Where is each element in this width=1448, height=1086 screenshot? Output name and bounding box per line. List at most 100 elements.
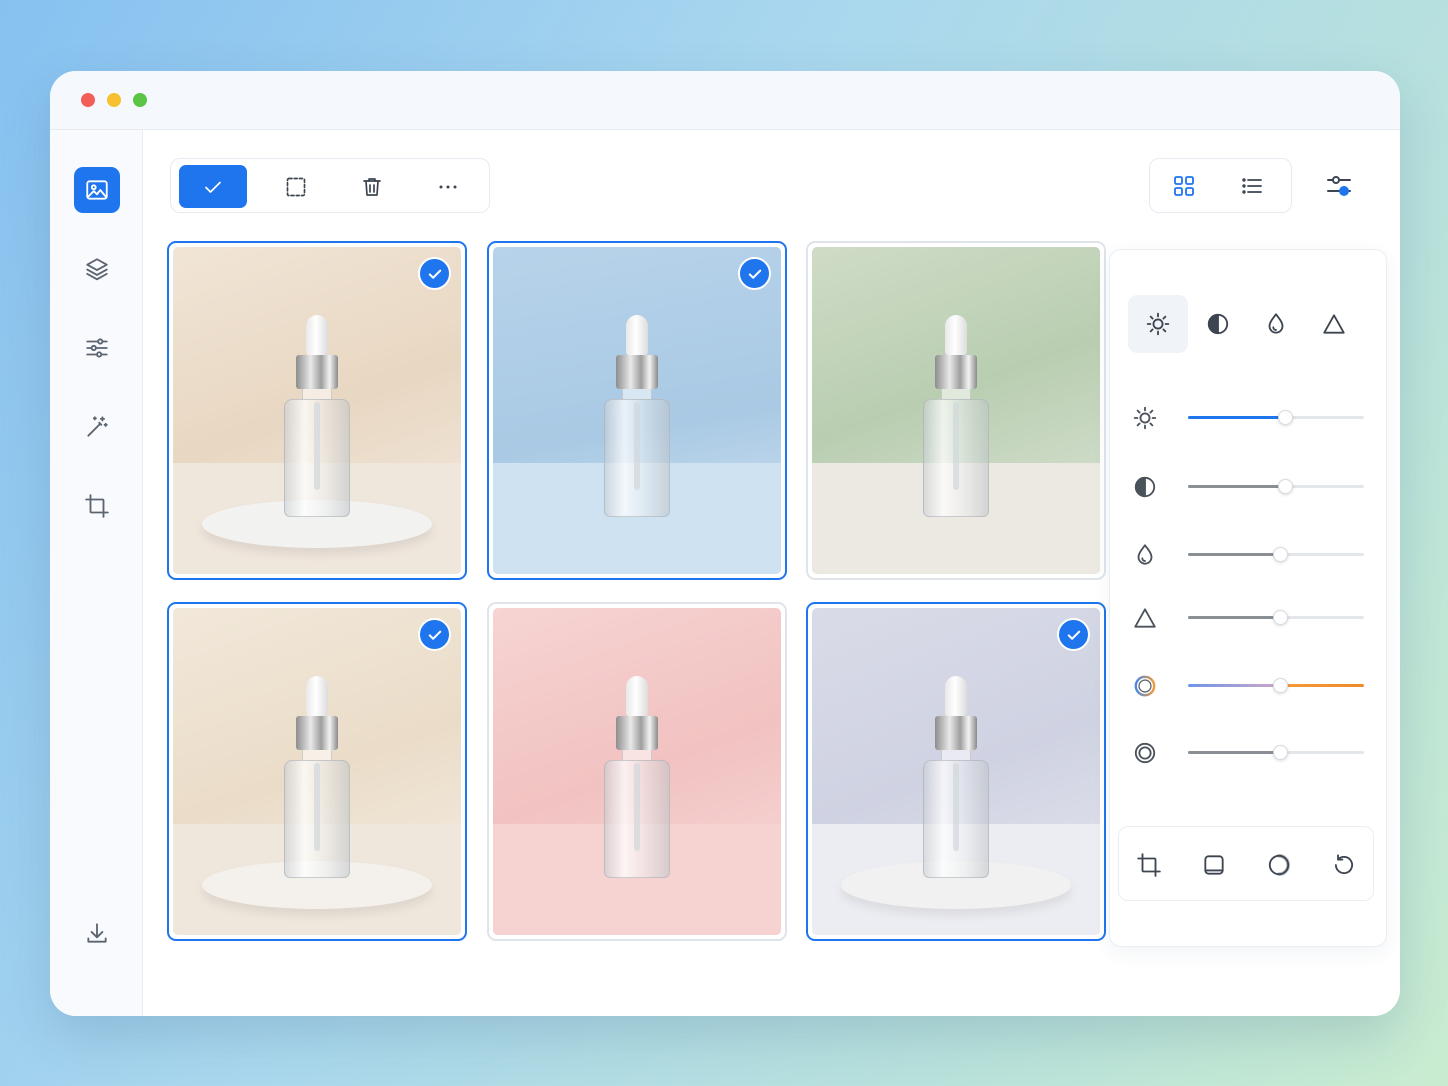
- vignette-slider-handle[interactable]: [1272, 745, 1288, 760]
- sidebar-item-crop[interactable]: [74, 483, 120, 529]
- filter-circle-icon: [1268, 853, 1291, 877]
- frame-icon: [1204, 855, 1224, 875]
- sidebar-item-export[interactable]: [74, 910, 120, 956]
- contrast-slider-track[interactable]: [1188, 479, 1364, 494]
- minimize-window-button[interactable]: [107, 93, 121, 107]
- filter-settings-button[interactable]: [1324, 171, 1354, 201]
- contrast-slider-handle[interactable]: [1277, 479, 1293, 494]
- temperature-icon: [1132, 673, 1158, 699]
- close-window-button[interactable]: [81, 93, 95, 107]
- grid-icon: [1174, 176, 1194, 196]
- view-toggle: [1149, 158, 1292, 213]
- grid-view-button[interactable]: [1160, 169, 1208, 203]
- tab-sharpness[interactable]: [1304, 295, 1364, 353]
- check-icon: [205, 181, 221, 193]
- serum-bottle: [923, 315, 989, 517]
- filter-sliders-icon: [1327, 176, 1351, 196]
- serum-bottle: [284, 676, 350, 878]
- select-all-button[interactable]: [179, 165, 247, 208]
- marquee-select-icon: [286, 177, 306, 196]
- sidebar-item-layers[interactable]: [74, 246, 120, 292]
- maximize-window-button[interactable]: [133, 93, 147, 107]
- check-icon: [748, 269, 761, 279]
- sidebar: [50, 130, 143, 1016]
- sliders-icon: [86, 338, 108, 358]
- marquee-button[interactable]: [262, 165, 330, 208]
- tab-saturation[interactable]: [1246, 295, 1306, 353]
- panel-tools: [1118, 826, 1374, 901]
- check-icon: [428, 269, 441, 279]
- tab-contrast[interactable]: [1188, 295, 1248, 353]
- product-photo: [173, 608, 461, 935]
- triangle-icon: [1132, 605, 1158, 631]
- trash-icon: [363, 177, 381, 196]
- temperature-slider-handle[interactable]: [1272, 678, 1288, 693]
- list-view-button[interactable]: [1228, 169, 1276, 203]
- sidebar-item-gallery[interactable]: [74, 167, 120, 213]
- brightness-slider-track[interactable]: [1188, 410, 1364, 425]
- crop-icon: [85, 494, 109, 518]
- product-photo: [493, 247, 781, 574]
- selected-check-badge[interactable]: [738, 257, 771, 290]
- contrast-icon: [1132, 474, 1158, 500]
- triangle-icon: [1323, 314, 1345, 334]
- sharpness-slider-fill: [1188, 616, 1280, 619]
- slider-sharpness: [1132, 603, 1368, 633]
- slider-saturation: [1132, 540, 1368, 570]
- brightness-slider-handle[interactable]: [1277, 410, 1293, 425]
- slider-vignette: [1132, 738, 1368, 768]
- product-photo: [173, 247, 461, 574]
- serum-bottle: [284, 315, 350, 517]
- gallery-image-card[interactable]: [487, 241, 787, 580]
- contrast-icon: [1207, 313, 1229, 335]
- delete-button[interactable]: [338, 165, 406, 208]
- image-icon: [86, 180, 108, 200]
- rotate-ccw-icon: [1334, 854, 1354, 874]
- gallery-image-card[interactable]: [167, 602, 467, 941]
- gallery-image-card[interactable]: [806, 602, 1106, 941]
- serum-bottle: [923, 676, 989, 878]
- temperature-slider-track[interactable]: [1188, 678, 1364, 693]
- gallery-image-card[interactable]: [806, 241, 1106, 580]
- check-icon: [1067, 630, 1080, 640]
- slider-temperature: [1132, 671, 1368, 701]
- slider-brightness: [1132, 403, 1368, 433]
- sharpness-slider-track[interactable]: [1188, 610, 1364, 625]
- sharpness-slider-handle[interactable]: [1272, 610, 1288, 625]
- sidebar-item-magic[interactable]: [74, 404, 120, 450]
- vignette-icon: [1132, 740, 1158, 766]
- crop-tool-button[interactable]: [1133, 849, 1165, 881]
- saturation-slider-fill: [1188, 553, 1280, 556]
- sidebar-item-adjustments[interactable]: [74, 325, 120, 371]
- slider-contrast: [1132, 472, 1368, 502]
- selected-check-badge[interactable]: [418, 618, 451, 651]
- gallery-image-card[interactable]: [487, 602, 787, 941]
- crop-icon: [1137, 853, 1161, 877]
- vignette-slider-fill: [1188, 751, 1280, 754]
- more-button[interactable]: [414, 165, 482, 208]
- more-horizontal-icon: [439, 185, 457, 188]
- gallery-image-card[interactable]: [167, 241, 467, 580]
- frame-tool-button[interactable]: [1198, 849, 1230, 881]
- adjustment-panel: [1109, 249, 1387, 947]
- contrast-slider-fill: [1188, 485, 1285, 488]
- reset-tool-button[interactable]: [1328, 849, 1360, 881]
- product-photo: [812, 247, 1100, 574]
- selected-check-badge[interactable]: [418, 257, 451, 290]
- product-photo: [493, 608, 781, 935]
- tab-brightness[interactable]: [1128, 295, 1188, 353]
- vignette-slider-track[interactable]: [1188, 745, 1364, 760]
- selected-check-badge[interactable]: [1057, 618, 1090, 651]
- check-icon: [428, 630, 441, 640]
- serum-bottle: [604, 315, 670, 517]
- sun-icon: [1132, 405, 1158, 431]
- selection-toolbar: [170, 158, 490, 213]
- saturation-slider-track[interactable]: [1188, 547, 1364, 562]
- serum-bottle: [604, 676, 670, 878]
- app-window: [50, 71, 1400, 1016]
- droplet-icon: [1132, 542, 1158, 568]
- magic-wand-icon: [87, 416, 108, 437]
- filter-tool-button[interactable]: [1263, 849, 1295, 881]
- saturation-slider-handle[interactable]: [1272, 547, 1288, 562]
- product-photo: [812, 608, 1100, 935]
